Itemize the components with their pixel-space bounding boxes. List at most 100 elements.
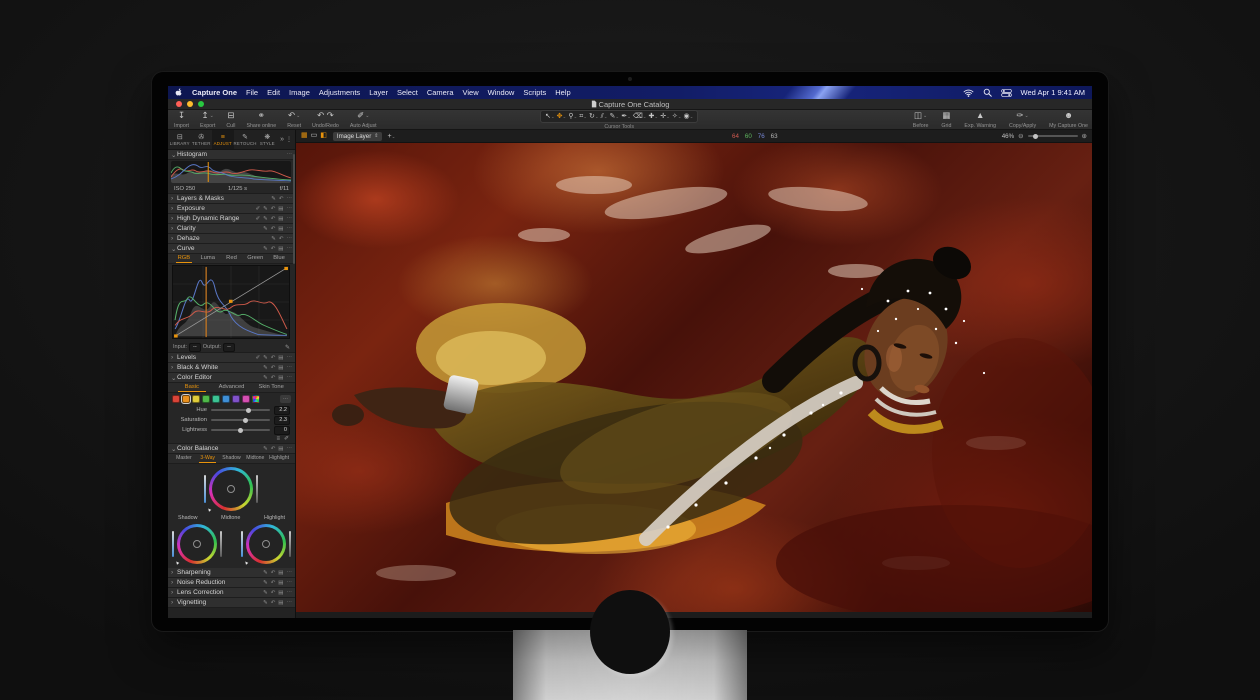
search-icon[interactable]: [983, 88, 992, 97]
brush-icon[interactable]: ✎: [263, 226, 268, 232]
apple-logo-icon[interactable]: [175, 88, 183, 97]
more-icon[interactable]: ⋯: [287, 246, 293, 252]
preset-icon[interactable]: ▤: [278, 600, 283, 606]
preset-icon[interactable]: ▤: [278, 206, 283, 212]
curve-graph[interactable]: [168, 264, 295, 342]
layer-selector[interactable]: Image Layer ⇕: [333, 132, 383, 141]
preset-icon[interactable]: ▤: [278, 580, 283, 586]
split-view-icon[interactable]: ◧: [320, 132, 327, 140]
multi-view-icon[interactable]: ▦: [301, 132, 308, 140]
tab-retouch[interactable]: ✎RETOUCH: [234, 130, 257, 149]
more-icon[interactable]: ⋯: [287, 600, 293, 606]
more-icon[interactable]: ⋯: [287, 206, 293, 212]
add-layer-button[interactable]: +⌄: [387, 133, 395, 140]
grid-button[interactable]: ▦ Grid: [941, 110, 951, 130]
undo-redo-button[interactable]: ↶ ↷ Undo/Redo: [312, 110, 339, 130]
spot-removal-tool[interactable]: ◉⌄: [684, 112, 694, 121]
menu-item-edit[interactable]: Edit: [267, 88, 280, 97]
menu-item-capture-one[interactable]: Capture One: [192, 88, 237, 97]
menu-item-window[interactable]: Window: [488, 88, 515, 97]
color-editor-tab-basic[interactable]: Basic: [172, 383, 212, 392]
lightness-slider[interactable]: [211, 429, 270, 431]
auto-adjust-button[interactable]: ✐⌄ Auto Adjust: [350, 110, 377, 130]
curve-tab-green[interactable]: Green: [243, 254, 267, 263]
input-value[interactable]: --: [189, 343, 201, 352]
zoom-out-icon[interactable]: ⊖: [1018, 132, 1023, 140]
reset-icon[interactable]: ↶: [271, 446, 276, 452]
menu-clock[interactable]: Wed Apr 1 9:41 AM: [1021, 88, 1085, 97]
swatch-purple[interactable]: [232, 395, 240, 403]
preset-icon[interactable]: ▤: [278, 590, 283, 596]
swatch-all-colors[interactable]: [252, 395, 260, 403]
preset-icon[interactable]: ▤: [278, 570, 283, 576]
loupe-tool[interactable]: ⚲⌄: [568, 112, 577, 121]
curve-tab-rgb[interactable]: RGB: [172, 254, 196, 263]
brush-icon[interactable]: ✎: [263, 365, 268, 371]
swatch-blue[interactable]: [222, 395, 230, 403]
preset-icon[interactable]: ▤: [278, 216, 283, 222]
menu-item-file[interactable]: File: [246, 88, 258, 97]
brush-icon[interactable]: ✎: [263, 446, 268, 452]
before-button[interactable]: ◫⌄ Before: [913, 110, 929, 130]
more-icon[interactable]: ⋯: [287, 226, 293, 232]
brush-icon[interactable]: ✎: [263, 246, 268, 252]
cb-tab-midtone[interactable]: Midtone: [243, 454, 267, 463]
brush-icon[interactable]: ✎: [271, 236, 276, 242]
panel-color-editor-header[interactable]: ⌄ Color Editor ✎↶▤⋯: [168, 373, 295, 383]
saturation-value[interactable]: 2.3: [274, 416, 290, 425]
picker-icon[interactable]: ✐: [284, 435, 289, 443]
wheel-left-slider[interactable]: [241, 531, 243, 557]
curve-tab-blue[interactable]: Blue: [267, 254, 291, 263]
my-capture-one-button[interactable]: ☻ My Capture One: [1049, 110, 1088, 130]
highlight-wheel[interactable]: ▲: [246, 524, 286, 564]
preset-icon[interactable]: ▤: [278, 365, 283, 371]
panel-curve-header[interactable]: ⌄ Curve ✎↶▤⋯: [168, 244, 295, 254]
cb-tab-highlight[interactable]: Highlight: [267, 454, 291, 463]
pen-icon[interactable]: ✐: [255, 206, 260, 212]
midtone-wheel[interactable]: ▲: [209, 467, 253, 511]
color-editor-tab-advanced[interactable]: Advanced: [212, 383, 252, 392]
preset-icon[interactable]: ▤: [278, 355, 283, 361]
tab-library[interactable]: ⊟LIBRARY: [169, 130, 191, 149]
brush-icon[interactable]: ✎: [263, 206, 268, 212]
swatch-green[interactable]: [202, 395, 210, 403]
menu-item-select[interactable]: Select: [397, 88, 418, 97]
brush-icon[interactable]: ✎: [263, 570, 268, 576]
brush-icon[interactable]: ✎: [263, 580, 268, 586]
list-icon[interactable]: ≡: [276, 435, 280, 443]
reset-icon[interactable]: ↶: [271, 580, 276, 586]
reset-icon[interactable]: ↶: [271, 590, 276, 596]
color-picker-tool[interactable]: ✧⌄: [672, 112, 682, 121]
eraser-tool[interactable]: ⌫⌄: [633, 112, 647, 121]
swatch-orange[interactable]: [182, 395, 190, 403]
more-icon[interactable]: ⋯: [287, 196, 293, 202]
heal-tool[interactable]: ✚⌄: [649, 112, 659, 121]
curve-tab-red[interactable]: Red: [220, 254, 244, 263]
more-icon[interactable]: ⋯: [287, 580, 293, 586]
reset-icon[interactable]: ↶: [271, 600, 276, 606]
more-icon[interactable]: ⋯: [287, 570, 293, 576]
swatch-more-button[interactable]: ⋯: [280, 395, 291, 403]
brush-icon[interactable]: ✎: [263, 216, 268, 222]
cb-tab-shadow[interactable]: Shadow: [220, 454, 244, 463]
control-center-icon[interactable]: [1001, 89, 1012, 97]
brush-tool[interactable]: ✒⌄: [621, 112, 631, 121]
reset-icon[interactable]: ↶: [279, 196, 284, 202]
brush-icon[interactable]: ✎: [263, 355, 268, 361]
reset-icon[interactable]: ↶: [271, 365, 276, 371]
cb-tab-master[interactable]: Master: [172, 454, 196, 463]
curve-point-picker-icon[interactable]: ✎: [285, 344, 290, 351]
sidebar-scrollbar[interactable]: [293, 154, 295, 264]
wheel-left-slider[interactable]: [204, 475, 206, 503]
saturation-slider[interactable]: [211, 419, 270, 421]
wheel-right-slider[interactable]: [220, 531, 222, 557]
menu-item-image[interactable]: Image: [289, 88, 310, 97]
pen-icon[interactable]: ✐: [255, 216, 260, 222]
panel-sharpening[interactable]: › Sharpening ✎↶▤⋯: [168, 568, 295, 578]
panel-layers-masks[interactable]: › Layers & Masks ✎↶⋯: [168, 194, 295, 204]
color-editor-tab-skin-tone[interactable]: Skin Tone: [251, 383, 291, 392]
reset-icon[interactable]: ↶: [271, 355, 276, 361]
menu-item-view[interactable]: View: [463, 88, 479, 97]
hue-value[interactable]: 2.2: [274, 406, 290, 415]
panel-black-and-white[interactable]: › Black & White ✎↶▤⋯: [168, 363, 295, 373]
